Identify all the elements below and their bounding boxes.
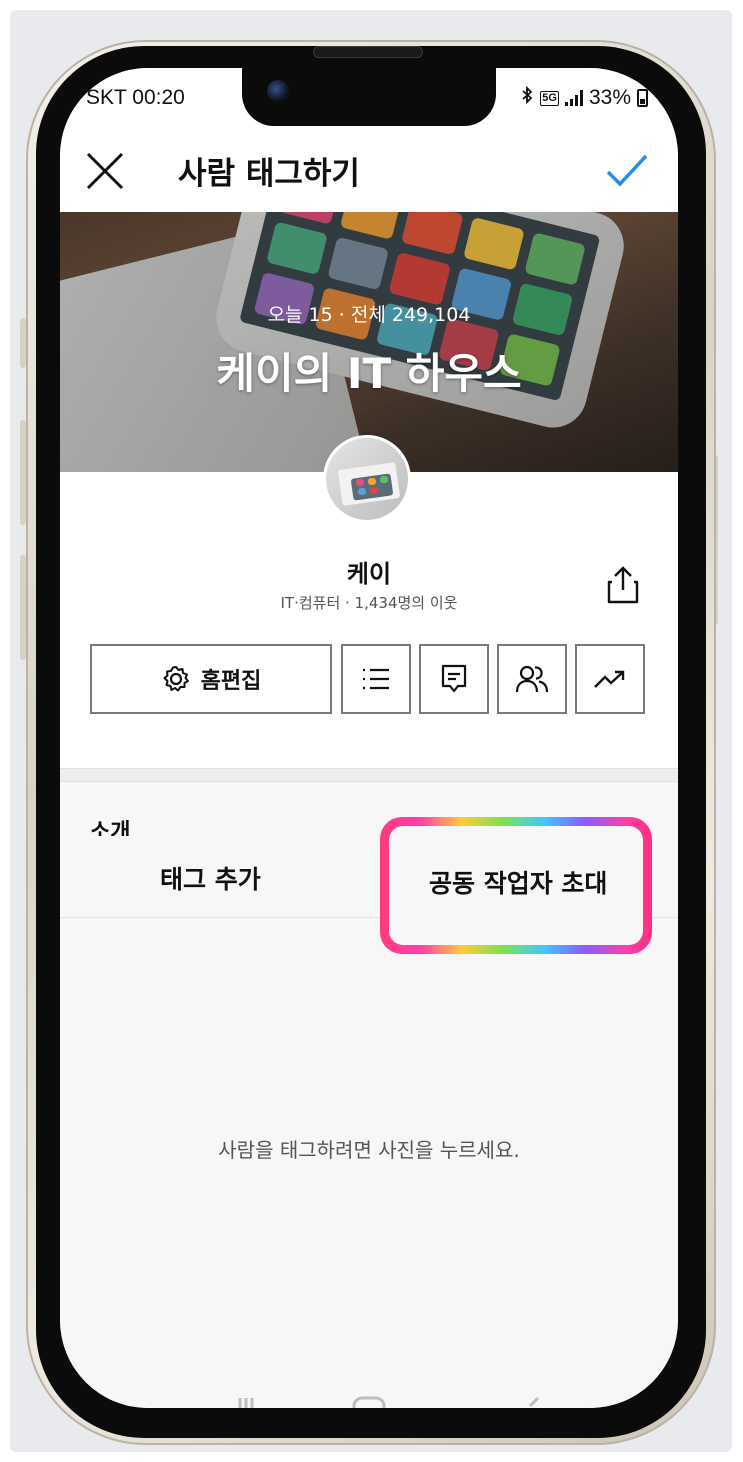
profile-name: 케이 [346, 560, 392, 588]
statistics-button[interactable] [575, 644, 645, 714]
check-icon [606, 154, 648, 187]
page-title: 사람 태그하기 [178, 156, 360, 192]
gear-icon [163, 666, 189, 692]
battery-percent: 33% [588, 86, 631, 109]
front-camera [267, 80, 289, 102]
close-icon [86, 152, 124, 190]
trend-up-icon [594, 670, 625, 688]
section-divider [60, 768, 678, 782]
comment-icon [441, 664, 467, 693]
home-edit-button[interactable]: 홈편집 [90, 644, 332, 714]
close-button[interactable] [82, 148, 128, 194]
phone-screen: SKT 00:20 5G 33% 사람 태그하기 오늘 15 · 전체 249,… [60, 68, 678, 1408]
highlight-frame: 공동 작업자 초대 [380, 817, 652, 954]
battery-icon [637, 89, 648, 107]
blog-cover-image[interactable]: 오늘 15 · 전체 249,104 케이의 IT 하우스 [60, 212, 678, 472]
tab-add-tag[interactable]: 태그 추가 [160, 860, 261, 896]
neighbors-button[interactable] [497, 644, 567, 714]
people-icon [515, 665, 549, 693]
home-edit-label: 홈편집 [200, 669, 262, 694]
highlight-inner: 공동 작업자 초대 [429, 869, 608, 898]
system-nav-bar [60, 1376, 678, 1408]
post-list-button[interactable] [341, 644, 411, 714]
tag-instruction: 사람을 태그하려면 사진을 누르세요. [218, 1138, 520, 1162]
visitor-stats: 오늘 15 · 전체 249,104 [267, 304, 471, 326]
share-button[interactable] [604, 564, 642, 606]
blog-title: 케이의 IT 하우스 [216, 349, 522, 398]
intro-heading: 소개 [90, 820, 131, 836]
profile-action-buttons: 홈편집 [90, 644, 645, 714]
profile-avatar[interactable] [323, 435, 411, 523]
network-type: 5G [540, 90, 559, 106]
app-header: 사람 태그하기 [60, 128, 678, 212]
guestbook-button[interactable] [419, 644, 489, 714]
earpiece-speaker [313, 46, 423, 58]
carrier-time: SKT 00:20 [86, 86, 185, 109]
list-icon [363, 668, 389, 690]
profile-meta: IT·컴퓨터 · 1,434명의 이웃 [280, 594, 458, 612]
confirm-button[interactable] [602, 146, 652, 196]
bluetooth-icon [520, 85, 534, 110]
share-icon [607, 566, 639, 604]
signal-icon [564, 90, 583, 106]
status-icons: 5G 33% [520, 85, 648, 110]
